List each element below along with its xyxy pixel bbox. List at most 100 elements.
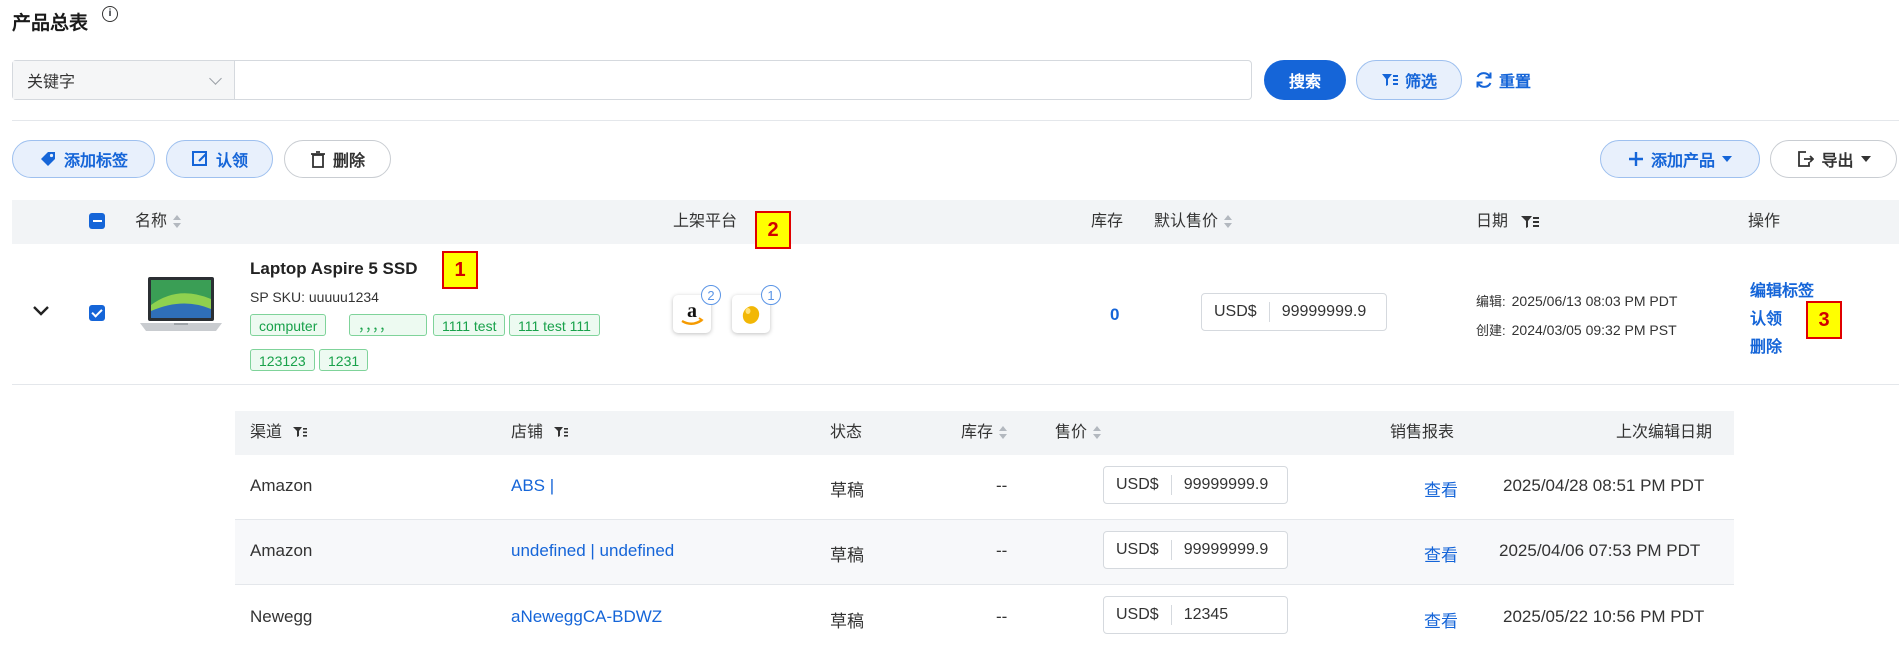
currency-label: USD$ (1104, 605, 1172, 625)
claim-button[interactable]: 认领 (166, 140, 273, 178)
price-column-header[interactable]: 售价 (1055, 411, 1102, 455)
annotation-marker: 2 (755, 211, 791, 249)
column-price-label: 默认售价 (1154, 213, 1219, 230)
column-date-label: 日期 (1476, 213, 1509, 230)
last-edit-cell: 2025/05/22 10:56 PM PDT (1503, 607, 1705, 626)
reset-button[interactable]: 重置 (1474, 60, 1531, 100)
edited-value: 2025/06/13 08:03 PM PDT (1511, 293, 1678, 309)
claim-link[interactable]: 认领 (1750, 305, 1782, 329)
svg-text:a: a (687, 300, 697, 322)
select-all-checkbox[interactable] (89, 213, 105, 229)
channel-cell: Amazon (250, 476, 313, 495)
store-header-label: 店铺 (511, 424, 544, 441)
product-tag: 111 test 111 (509, 314, 600, 336)
channel-column-header[interactable]: 渠道 (250, 411, 308, 455)
last-edit-column-header: 上次编辑日期 (1616, 424, 1713, 441)
column-header-date[interactable]: 日期 (1476, 200, 1540, 244)
view-report-link[interactable]: 查看 (1424, 476, 1458, 501)
view-report-link[interactable]: 查看 (1424, 607, 1458, 632)
row-checkbox[interactable] (89, 305, 105, 321)
info-icon[interactable]: i (102, 6, 118, 22)
filter-icon[interactable] (553, 426, 569, 439)
currency-label: USD$ (1104, 475, 1172, 495)
tag-icon (40, 152, 55, 166)
status-cell: 草稿 (830, 546, 864, 565)
add-product-label: 添加产品 (1650, 153, 1715, 170)
sort-icon[interactable] (1093, 425, 1102, 440)
page-title: 产品总表 (12, 13, 89, 34)
product-name[interactable]: Laptop Aspire 5 SSD (250, 259, 418, 279)
search-field-select[interactable]: 关键字 (13, 61, 235, 99)
reset-label: 重置 (1499, 74, 1532, 91)
stock-column-header[interactable]: 库存 (961, 411, 1008, 455)
edited-label: 编辑: (1476, 294, 1506, 309)
annotation-marker: 3 (1806, 301, 1842, 339)
stock-cell: -- (996, 476, 1008, 495)
expand-toggle[interactable] (32, 304, 50, 322)
price-input[interactable]: USD$ 99999999.9 (1103, 531, 1288, 569)
product-tag: 1231 (319, 349, 369, 371)
created-value: 2024/03/05 09:32 PM PST (1511, 322, 1677, 338)
delete-button[interactable]: 删除 (284, 140, 391, 178)
add-product-button[interactable]: 添加产品 (1600, 140, 1760, 178)
chevron-down-icon (33, 306, 49, 316)
stock-header-label: 库存 (961, 424, 994, 441)
channel-header-label: 渠道 (250, 424, 283, 441)
last-edit-cell: 2025/04/06 07:53 PM PDT (1499, 541, 1701, 560)
status-column-header: 状态 (830, 424, 863, 441)
platform-count-badge: 1 (761, 285, 781, 305)
product-tag: 123123 (250, 349, 315, 371)
price-input[interactable]: USD$ 99999999.9 (1201, 293, 1387, 331)
created-label: 创建: (1476, 323, 1506, 338)
sort-icon[interactable] (999, 425, 1008, 440)
product-stock[interactable]: 0 (1110, 305, 1119, 325)
product-tag: computer (250, 314, 327, 336)
add-tag-label: 添加标签 (63, 153, 128, 170)
store-link[interactable]: ABS | (511, 476, 554, 496)
currency-label: USD$ (1104, 540, 1172, 560)
column-header-name[interactable]: 名称 (135, 200, 182, 244)
store-link[interactable]: aNeweggCA-BDWZ (511, 607, 662, 627)
status-cell: 草稿 (830, 481, 864, 500)
price-value: 99999999.9 (1183, 476, 1269, 493)
view-report-link[interactable]: 查看 (1424, 541, 1458, 566)
last-edit-cell: 2025/04/28 08:51 PM PDT (1503, 476, 1705, 495)
row-divider (12, 384, 1899, 385)
column-header-price[interactable]: 默认售价 (1154, 200, 1233, 244)
filter-button[interactable]: 筛选 (1356, 60, 1462, 100)
report-column-header: 销售报表 (1390, 424, 1455, 441)
product-thumbnail (138, 275, 224, 342)
trash-icon (310, 151, 325, 168)
search-input[interactable] (235, 61, 1251, 99)
claim-label: 认领 (215, 153, 248, 170)
claim-icon (191, 151, 207, 166)
price-header-label: 售价 (1055, 424, 1088, 441)
price-input[interactable]: USD$ 99999999.9 (1103, 466, 1288, 504)
filter-icon (1381, 74, 1398, 86)
column-header-platform: 上架平台 (673, 213, 738, 230)
chevron-down-icon (209, 71, 222, 85)
filter-icon[interactable] (292, 426, 308, 439)
store-column-header[interactable]: 店铺 (511, 411, 569, 455)
edited-date: 编辑: 2025/06/13 08:03 PM PDT (1476, 291, 1677, 310)
product-sku: SP SKU: uuuuu1234 (250, 289, 379, 305)
edit-tag-link[interactable]: 编辑标签 (1750, 277, 1814, 301)
price-input[interactable]: USD$ 12345 (1103, 596, 1288, 634)
sort-icon[interactable] (1224, 214, 1233, 229)
column-name-label: 名称 (135, 213, 168, 230)
status-cell: 草稿 (830, 612, 864, 631)
export-label: 导出 (1821, 153, 1854, 170)
search-button[interactable]: 搜索 (1264, 60, 1346, 100)
filter-icon[interactable] (1520, 214, 1540, 230)
caret-down-icon (1722, 156, 1732, 162)
currency-label: USD$ (1202, 302, 1270, 322)
delete-link[interactable]: 删除 (1750, 333, 1782, 357)
platform-count-badge: 2 (701, 285, 721, 305)
sort-icon[interactable] (173, 214, 182, 229)
add-tag-button[interactable]: 添加标签 (12, 140, 155, 178)
table-header (12, 200, 1899, 244)
store-link[interactable]: undefined | undefined (511, 541, 674, 561)
refresh-icon (1476, 72, 1492, 88)
filter-label: 筛选 (1404, 74, 1437, 91)
export-button[interactable]: 导出 (1770, 140, 1897, 178)
